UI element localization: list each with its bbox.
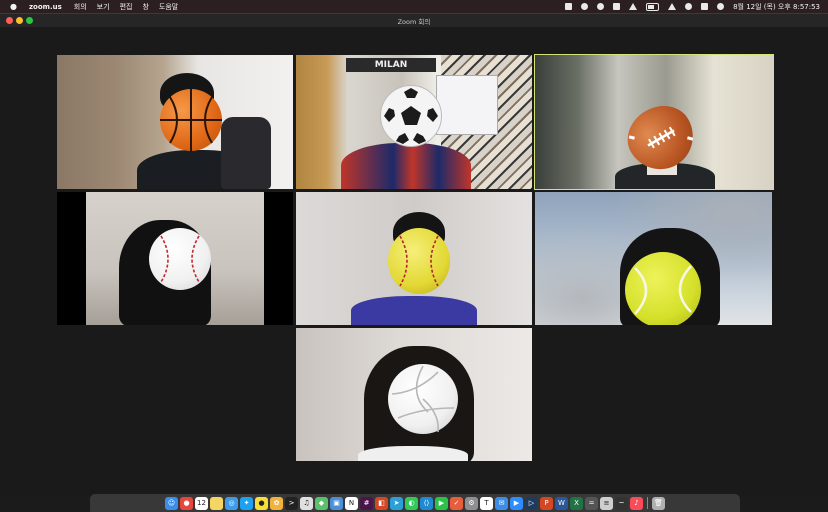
vpn-icon[interactable] bbox=[581, 3, 589, 10]
siri-icon[interactable] bbox=[717, 3, 725, 10]
participant-body bbox=[351, 296, 477, 325]
menu-edit[interactable]: 편집 bbox=[120, 2, 133, 12]
dock-mail-icon[interactable]: ✉ bbox=[495, 496, 508, 510]
battery-icon[interactable] bbox=[646, 2, 660, 11]
dock-quicktime-icon[interactable]: ▷ bbox=[525, 496, 538, 510]
dock-preview-icon[interactable]: ▣ bbox=[330, 496, 343, 510]
apple-menu-icon[interactable]: ● bbox=[10, 2, 17, 11]
wifi-icon[interactable] bbox=[668, 3, 677, 10]
participant-body bbox=[358, 446, 468, 461]
app-menu[interactable]: zoom.us bbox=[29, 3, 62, 11]
dock-maps-icon[interactable]: ◆ bbox=[315, 496, 328, 510]
video-tile-volleyball[interactable] bbox=[296, 328, 532, 461]
control-center-icon[interactable] bbox=[701, 3, 709, 10]
dock-database-icon[interactable]: ≡ bbox=[600, 496, 613, 510]
soccer-ball-filter-icon bbox=[380, 85, 442, 147]
macos-dock: ☺ ● 12 ◎ ✦ ● ✿ > ♫ ◆ ▣ N # ◧ ➤ ◐ ⟨⟩ ▶ ✓ ⚙ T ✉ ▶ ▷ P W X = ≡ ~ ♪ 🗑 bbox=[90, 494, 740, 512]
dock-music-box-icon[interactable]: ♫ bbox=[300, 496, 313, 510]
menu-window[interactable]: 창 bbox=[142, 2, 148, 12]
dock-itunes-icon[interactable]: ♪ bbox=[630, 496, 643, 510]
dock-activity-monitor-icon[interactable]: ~ bbox=[615, 496, 628, 510]
dock-todo-icon[interactable]: ✓ bbox=[450, 496, 463, 510]
dock-separator bbox=[647, 497, 648, 509]
window-titlebar: Zoom 회의 bbox=[0, 14, 828, 27]
menubar-clock[interactable]: 8월 12일 (목) 오후 8:57:53 bbox=[733, 2, 820, 12]
dock-kakaotalk-icon[interactable]: ● bbox=[255, 496, 268, 510]
zoom-meeting-window: Zoom 회의 MILAN bbox=[0, 13, 828, 495]
video-tile-basketball[interactable] bbox=[57, 55, 293, 189]
dock-trash-icon[interactable]: 🗑 bbox=[652, 496, 665, 510]
poster-banner: MILAN bbox=[346, 58, 436, 72]
dock-twitter-icon[interactable]: ✦ bbox=[240, 496, 253, 510]
whiteboard bbox=[436, 75, 498, 135]
dock-typora-icon[interactable]: T bbox=[480, 496, 493, 510]
dock-powerpoint-icon[interactable]: P bbox=[540, 496, 553, 510]
video-tile-tennis[interactable] bbox=[535, 192, 772, 325]
zoom-icon[interactable] bbox=[565, 3, 573, 10]
dock-notion-icon[interactable]: N bbox=[345, 496, 358, 510]
dock-calculator-icon[interactable]: = bbox=[585, 496, 598, 510]
dock-word-icon[interactable]: W bbox=[555, 496, 568, 510]
video-tile-soccer[interactable]: MILAN bbox=[296, 55, 532, 189]
dock-calendar-icon[interactable]: 12 bbox=[195, 496, 208, 510]
dock-photos-icon[interactable]: ✿ bbox=[270, 496, 283, 510]
dock-terminal-icon[interactable]: > bbox=[285, 496, 298, 510]
volume-icon[interactable] bbox=[629, 3, 638, 10]
dock-settings-icon[interactable]: ⚙ bbox=[465, 496, 478, 510]
poster-text: MILAN bbox=[374, 60, 408, 70]
menu-bar: ● zoom.us 회의 보기 편집 창 도움말 8월 12일 (목) 오후 8… bbox=[0, 0, 828, 13]
screen-record-icon[interactable] bbox=[597, 3, 605, 10]
volleyball-filter-icon bbox=[388, 364, 458, 434]
dock-facetime-icon[interactable]: ▶ bbox=[435, 496, 448, 510]
tennis-ball-filter-icon bbox=[625, 252, 701, 325]
video-tile-softball[interactable] bbox=[296, 192, 532, 325]
menu-help[interactable]: 도움말 bbox=[159, 2, 178, 12]
video-tile-baseball[interactable] bbox=[57, 192, 293, 325]
basketball-filter-icon bbox=[160, 89, 222, 151]
dock-vscode-icon[interactable]: ⟨⟩ bbox=[420, 496, 433, 510]
video-tile-football[interactable] bbox=[534, 54, 774, 190]
dock-safari-icon[interactable]: ◎ bbox=[225, 496, 238, 510]
dock-chrome-icon[interactable]: ● bbox=[180, 496, 193, 510]
dock-office-icon[interactable]: ◧ bbox=[375, 496, 388, 510]
baseball-filter-icon bbox=[149, 228, 211, 290]
menu-meeting[interactable]: 회의 bbox=[74, 2, 87, 12]
window-title: Zoom 회의 bbox=[397, 18, 431, 26]
dock-messages-icon[interactable]: ◐ bbox=[405, 496, 418, 510]
dock-slack-icon[interactable]: # bbox=[360, 496, 373, 510]
softball-filter-icon bbox=[388, 228, 450, 294]
dock-excel-icon[interactable]: X bbox=[570, 496, 583, 510]
dock-notes-icon[interactable] bbox=[210, 496, 223, 510]
bluetooth-icon[interactable] bbox=[613, 3, 621, 10]
dock-telegram-icon[interactable]: ➤ bbox=[390, 496, 403, 510]
search-icon[interactable] bbox=[685, 3, 693, 10]
dock-finder-icon[interactable]: ☺ bbox=[165, 496, 178, 510]
dock-zoom-icon[interactable]: ▶ bbox=[510, 496, 523, 510]
menu-view[interactable]: 보기 bbox=[97, 2, 110, 12]
participant-body bbox=[341, 143, 471, 189]
office-chair bbox=[221, 117, 271, 189]
